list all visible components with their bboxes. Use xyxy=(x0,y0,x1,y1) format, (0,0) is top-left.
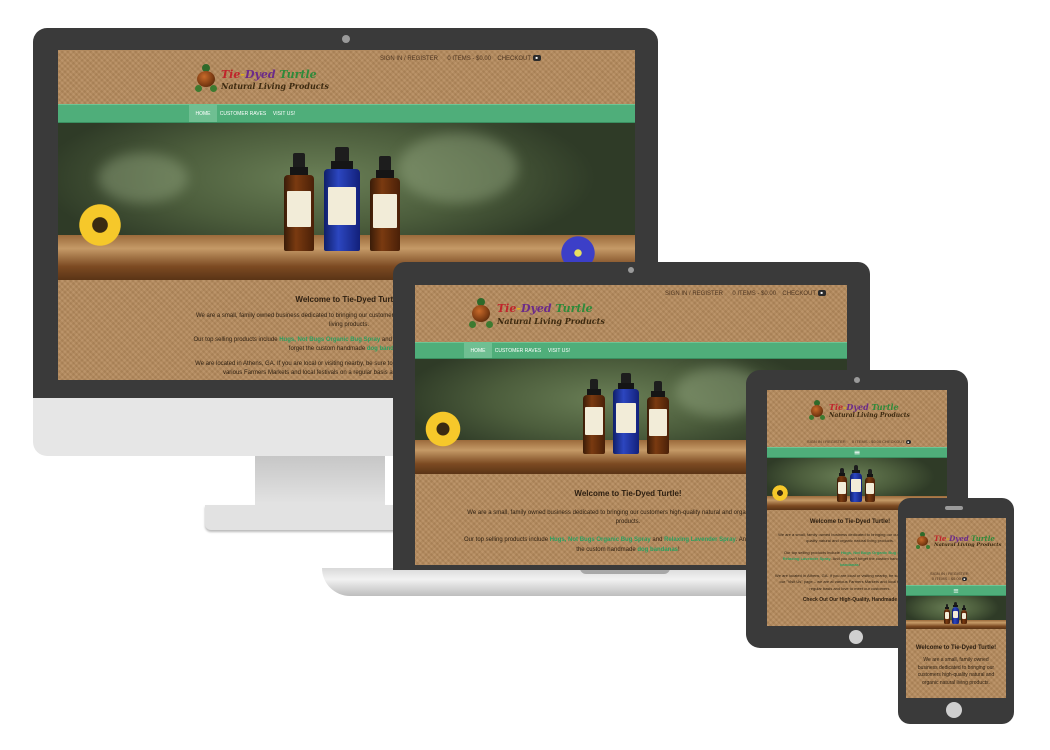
lavender-link[interactable]: Relaxing Lavender Spray xyxy=(783,556,831,561)
cart-link[interactable]: 0 ITEMS - $0.00 xyxy=(932,576,961,581)
responsive-mockup: SIGN IN / REGISTER 0 ITEMS - $0.00 CHECK… xyxy=(0,0,1050,750)
bottle-label xyxy=(615,403,637,433)
signin-link[interactable]: SIGN IN / REGISTER xyxy=(807,439,846,444)
sunflower xyxy=(771,484,789,502)
brand-tagline: Natural Living Products xyxy=(497,316,605,326)
cart-icon[interactable]: ■ xyxy=(532,55,541,61)
nav-customer-raves[interactable]: CUSTOMER RAVES xyxy=(492,343,544,358)
brand-tagline: Natural Living Products xyxy=(934,541,1002,548)
brand-name: Tie-Dyed Turtle xyxy=(829,402,899,412)
tablet-home-button[interactable] xyxy=(849,630,863,644)
brand-name: Tie-Dyed Turtle xyxy=(497,302,593,315)
turtle-logo-icon xyxy=(809,400,825,422)
tablet-nav: ≡ xyxy=(767,447,947,458)
brand-tagline: Natural Living Products xyxy=(829,412,910,419)
bug-spray-link[interactable]: Hugs, Not Bugs Organic Bug Spray xyxy=(550,537,651,543)
laptop-logo[interactable]: Tie-Dyed Turtle Natural Living Products xyxy=(469,298,605,330)
hamburger-menu-icon[interactable]: ≡ xyxy=(767,448,947,457)
sunflower xyxy=(76,201,124,249)
cart-icon[interactable]: ■ xyxy=(961,577,967,582)
phone-top-links: SIGN IN / REGISTER 0 ITEMS - $0.00 ■ xyxy=(930,571,969,581)
tablet-camera xyxy=(854,377,860,383)
tablet-top-links: SIGN IN / REGISTER 0 ITEMS - $0.00 CHECK… xyxy=(807,439,911,444)
phone-logo[interactable]: Tie-Dyed Turtle Natural Living Products xyxy=(916,532,1001,550)
bottle-right xyxy=(865,469,875,502)
bottle-center xyxy=(613,373,639,454)
bottle-right xyxy=(961,605,967,624)
bottle-left xyxy=(583,379,605,454)
nav-customer-raves[interactable]: CUSTOMER RAVES xyxy=(217,105,269,122)
brand-name: Tie-Dyed Turtle xyxy=(221,67,317,81)
desktop-logo[interactable]: Tie-Dyed Turtle Natural Living Products xyxy=(195,64,329,94)
sunflower xyxy=(423,409,463,449)
nav-home[interactable]: HOME xyxy=(464,343,492,358)
cart-link[interactable]: 0 ITEMS - $0.00 xyxy=(447,56,491,62)
bottle-center xyxy=(850,465,862,502)
checkout-link[interactable]: CHECKOUT xyxy=(497,56,531,62)
welcome-heading: Welcome to Tie-Dyed Turtle! xyxy=(915,645,997,651)
bottle-right xyxy=(370,156,400,251)
checkout-link[interactable]: CHECKOUT xyxy=(882,439,904,444)
desktop-camera xyxy=(342,35,350,43)
turtle-logo-icon xyxy=(916,532,930,550)
turtle-logo-icon xyxy=(469,298,493,330)
bottle-label xyxy=(851,479,861,492)
laptop-camera xyxy=(628,267,634,273)
cart-icon[interactable]: ■ xyxy=(905,439,911,444)
bottle-label xyxy=(287,191,311,227)
nav-visit-us[interactable]: VISIT US! xyxy=(544,343,574,358)
tablet-logo[interactable]: Tie-Dyed Turtle Natural Living Products xyxy=(809,400,910,422)
desktop-hero-image xyxy=(58,123,635,280)
bottle-center xyxy=(324,147,360,251)
cart-icon[interactable]: ■ xyxy=(817,290,826,296)
brand-tagline: Natural Living Products xyxy=(221,80,329,91)
bottle-label xyxy=(838,482,846,494)
phone-nav: ≡ xyxy=(906,585,1006,596)
bug-spray-link[interactable]: Hugs, Not Bugs Organic Bug Spray xyxy=(279,337,380,343)
laptop-nav: HOME CUSTOMER RAVES VISIT US! xyxy=(415,342,847,359)
bottle-label xyxy=(952,611,959,618)
bottle-label xyxy=(866,483,874,494)
signin-link[interactable]: SIGN IN / REGISTER xyxy=(380,56,438,62)
bottle-label xyxy=(373,194,397,228)
phone-speaker xyxy=(945,506,963,510)
laptop-content: Welcome to Tie-Dyed Turtle! We are a sma… xyxy=(463,488,793,555)
phone-hero-image xyxy=(906,596,1006,629)
phone-screen: Tie-Dyed Turtle Natural Living Products … xyxy=(906,518,1006,698)
signin-link[interactable]: SIGN IN / REGISTER xyxy=(665,291,723,297)
cart-link[interactable]: 0 ITEMS - $0.00 xyxy=(732,291,776,297)
bottle-center xyxy=(952,602,959,624)
bottle-label xyxy=(944,612,950,619)
cart-link[interactable]: 0 ITEMS - $0.00 xyxy=(852,439,881,444)
bandanas-link[interactable]: dog bandanas xyxy=(637,547,678,553)
desktop-top-links: SIGN IN / REGISTER 0 ITEMS - $0.00 CHECK… xyxy=(380,55,541,62)
bottle-right xyxy=(647,381,669,454)
nav-home[interactable]: HOME xyxy=(189,105,217,122)
turtle-logo-icon xyxy=(195,64,217,94)
nav-visit-us[interactable]: VISIT US! xyxy=(269,105,299,122)
bottle-label xyxy=(961,613,967,619)
products-paragraph: Our top selling products include Hugs, N… xyxy=(464,536,792,553)
bottle-left xyxy=(944,604,950,624)
bottle-left xyxy=(284,153,314,251)
brand-name: Tie-Dyed Turtle xyxy=(934,533,995,543)
bottle-label xyxy=(327,187,357,225)
bottle-left xyxy=(837,468,847,502)
intro-paragraph: We are a small, family owned business de… xyxy=(917,657,995,686)
laptop-top-links: SIGN IN / REGISTER 0 ITEMS - $0.00 CHECK… xyxy=(665,290,826,297)
hamburger-menu-icon[interactable]: ≡ xyxy=(906,586,1006,595)
checkout-link[interactable]: CHECKOUT xyxy=(782,291,816,297)
phone-content: Welcome to Tie-Dyed Turtle! We are a sma… xyxy=(914,644,998,687)
desktop-nav: HOME CUSTOMER RAVES VISIT US! xyxy=(58,104,635,123)
bottle-label xyxy=(585,407,603,435)
intro-paragraph: We are a small, family owned business de… xyxy=(467,509,789,526)
welcome-heading: Welcome to Tie-Dyed Turtle! xyxy=(574,489,682,498)
lavender-link[interactable]: Relaxing Lavender Spray xyxy=(664,537,736,543)
phone-home-button[interactable] xyxy=(946,702,962,718)
bottle-label xyxy=(649,409,667,436)
